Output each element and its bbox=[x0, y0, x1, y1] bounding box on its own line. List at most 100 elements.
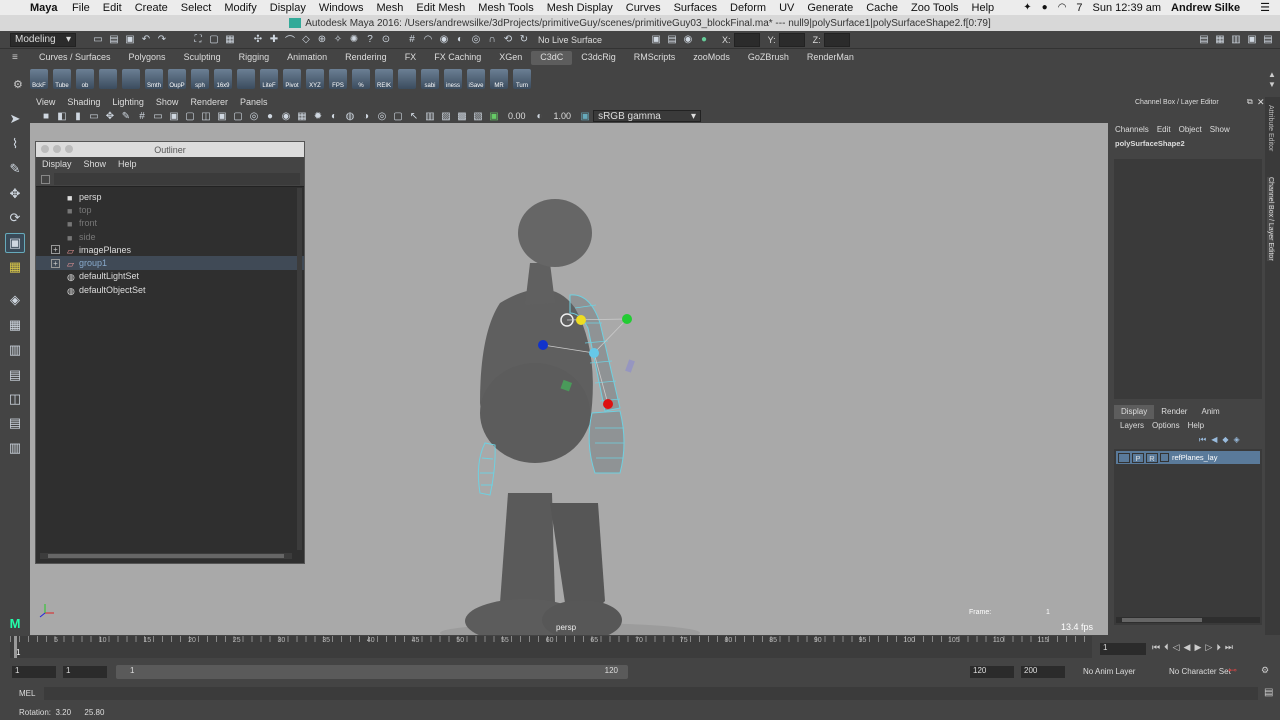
layout-two-side-icon[interactable]: ▥ bbox=[5, 340, 25, 360]
shelf-tab-curves-surfaces[interactable]: Curves / Surfaces bbox=[30, 51, 120, 65]
shelf-tab-sculpting[interactable]: Sculpting bbox=[175, 51, 230, 65]
color-management-icon[interactable]: ▣ bbox=[579, 110, 591, 122]
viewport-menu-view[interactable]: View bbox=[30, 97, 61, 109]
wireframe-icon[interactable]: ◎ bbox=[248, 110, 260, 122]
snap-view-icon[interactable]: ◐ bbox=[454, 34, 466, 46]
scale-tool-icon[interactable]: ▣ bbox=[5, 233, 25, 253]
attribute-editor-icon[interactable]: ▥ bbox=[1230, 34, 1242, 46]
shelf-icon[interactable]: ob bbox=[76, 69, 94, 89]
channel-menu-channels[interactable]: Channels bbox=[1115, 125, 1149, 134]
surface-mask-icon[interactable]: ◇ bbox=[300, 34, 312, 46]
select-object-icon[interactable]: ▢ bbox=[208, 34, 220, 46]
menu-mesh-tools[interactable]: Mesh Tools bbox=[472, 2, 540, 14]
undo-icon[interactable]: ↶ bbox=[140, 34, 152, 46]
shelf-settings-icon[interactable]: ⚙ bbox=[13, 78, 23, 91]
channel-menu-edit[interactable]: Edit bbox=[1157, 125, 1171, 134]
shelf-tab-fx[interactable]: FX bbox=[396, 51, 426, 65]
joint-mask-icon[interactable]: ✚ bbox=[268, 34, 280, 46]
shelf-tab-polygons[interactable]: Polygons bbox=[120, 51, 175, 65]
shelf-scroll-up-icon[interactable]: ▲ bbox=[1268, 70, 1276, 79]
rotate-tool-icon[interactable]: ⟳ bbox=[5, 208, 25, 228]
manipulator-blue-handle[interactable] bbox=[538, 340, 548, 350]
z-field[interactable] bbox=[823, 32, 850, 47]
mode-dropdown[interactable]: Modeling ▾ bbox=[10, 32, 76, 47]
wifi-icon[interactable]: ◠ bbox=[1058, 2, 1067, 13]
dynamics-mask-icon[interactable]: ✧ bbox=[332, 34, 344, 46]
shelf-tab-gozbrush[interactable]: GoZBrush bbox=[739, 51, 798, 65]
side-tab-attribute-editor[interactable]: Attribute Editor bbox=[1267, 105, 1274, 151]
isolate-select-icon[interactable]: ◑ bbox=[360, 110, 372, 122]
gamma-icon[interactable]: ◐ bbox=[534, 110, 546, 122]
playback-start-field[interactable]: 1 bbox=[63, 666, 107, 678]
viewport-menu-shading[interactable]: Shading bbox=[61, 97, 106, 109]
textured-icon[interactable]: ▦ bbox=[296, 110, 308, 122]
panel-float-icon[interactable]: ⧉ bbox=[1247, 97, 1253, 107]
shelf-icon[interactable]: MR bbox=[490, 69, 508, 89]
layout-persp-graph-icon[interactable]: ◫ bbox=[5, 389, 25, 409]
shelf-tab-c3dc[interactable]: C3dC bbox=[531, 51, 573, 65]
menu-modify[interactable]: Modify bbox=[218, 2, 263, 14]
backface-icon[interactable]: ▥ bbox=[424, 110, 436, 122]
paint-select-tool-icon[interactable]: ✎ bbox=[5, 159, 25, 179]
menu-display[interactable]: Display bbox=[263, 2, 312, 14]
range-handle-start[interactable]: 1 bbox=[130, 666, 134, 675]
outliner-item-persp[interactable]: ■ persp bbox=[36, 190, 304, 203]
outliner-item-front[interactable]: ■ front bbox=[36, 217, 304, 230]
menu-mesh-display[interactable]: Mesh Display bbox=[540, 2, 619, 14]
lasso-tool-icon[interactable]: ⌇ bbox=[5, 134, 25, 154]
outliner-menu-display[interactable]: Display bbox=[36, 159, 78, 169]
resolution-gate-icon[interactable]: ▣ bbox=[168, 110, 180, 122]
expand-icon[interactable]: + bbox=[51, 245, 60, 255]
snap-curve-icon[interactable]: ◠ bbox=[422, 34, 434, 46]
outliner-item-defaultobjectset[interactable]: ◍ defaultObjectSet bbox=[36, 283, 304, 296]
menu-cache[interactable]: Cache bbox=[860, 2, 905, 14]
character-set-dropdown[interactable]: No Character Set bbox=[1169, 667, 1231, 676]
outliner-titlebar[interactable]: Outliner bbox=[36, 142, 304, 157]
new-scene-icon[interactable]: ▭ bbox=[92, 34, 104, 46]
magnet-icon[interactable]: ∩ bbox=[486, 34, 498, 46]
menu-mesh[interactable]: Mesh bbox=[370, 2, 410, 14]
manipulator-yellow-handle[interactable] bbox=[576, 315, 586, 325]
render-mask-icon[interactable]: ✺ bbox=[348, 34, 360, 46]
outliner-item-imageplanes[interactable]: + ▱ imagePlanes bbox=[36, 243, 304, 256]
character-head[interactable] bbox=[518, 199, 592, 267]
layer-tab-anim[interactable]: Anim bbox=[1194, 405, 1226, 419]
menu-edit[interactable]: Edit bbox=[96, 2, 128, 14]
xray-icon[interactable]: ◎ bbox=[376, 110, 388, 122]
command-language[interactable]: MEL bbox=[19, 689, 35, 698]
anim-prefs-icon[interactable]: ⚙ bbox=[1261, 665, 1269, 676]
shelf-icon[interactable] bbox=[398, 69, 416, 89]
shelf-icon[interactable]: Pivot bbox=[283, 69, 301, 89]
curve-mask-icon[interactable]: ⌒ bbox=[284, 34, 296, 47]
play-forward-icon[interactable]: ▶ bbox=[1194, 642, 1201, 653]
outliner-hscrollbar[interactable] bbox=[40, 553, 292, 559]
layer-visibility-toggle[interactable] bbox=[1118, 452, 1130, 463]
shelf-icon[interactable]: REIK bbox=[375, 69, 393, 89]
hypershade-icon[interactable]: ● bbox=[698, 34, 710, 46]
outliner-item-top[interactable]: ■ top bbox=[36, 203, 304, 216]
shelf-icon[interactable]: iness bbox=[444, 69, 462, 89]
range-bar[interactable]: 1 120 bbox=[116, 665, 628, 679]
character-left-leg[interactable] bbox=[500, 493, 555, 613]
last-tool-icon[interactable]: ▦ bbox=[5, 257, 25, 277]
manipulator-red-handle[interactable] bbox=[603, 399, 613, 409]
shelf-menu-icon[interactable]: ≡ bbox=[12, 52, 18, 63]
gate-mask-icon[interactable]: ▢ bbox=[184, 110, 196, 122]
viewport-menu-panels[interactable]: Panels bbox=[234, 97, 274, 109]
bookmark-icon[interactable]: ▮ bbox=[72, 110, 84, 122]
exposure-value[interactable]: 0.00 bbox=[508, 111, 526, 121]
channel-menu-show[interactable]: Show bbox=[1210, 125, 1230, 134]
gamma-value[interactable]: 1.00 bbox=[554, 111, 572, 121]
manipulator-green-handle[interactable] bbox=[622, 314, 632, 324]
manipulator-blue-plane[interactable] bbox=[625, 359, 635, 373]
command-input[interactable] bbox=[44, 687, 1258, 700]
object-name[interactable]: polySurfaceShape2 bbox=[1115, 139, 1185, 148]
xray-joints-icon[interactable]: ▢ bbox=[392, 110, 404, 122]
auto-key-icon[interactable]: ⊷ bbox=[1228, 665, 1237, 676]
misc-mask-icon[interactable]: ? bbox=[364, 34, 376, 46]
snap-grid-icon[interactable]: # bbox=[406, 34, 418, 46]
play-backward-icon[interactable]: ◀ bbox=[1184, 642, 1191, 653]
render-icon[interactable]: ▣ bbox=[650, 34, 662, 46]
layer-menu-options[interactable]: Options bbox=[1152, 421, 1180, 430]
menu-edit-mesh[interactable]: Edit Mesh bbox=[410, 2, 472, 14]
